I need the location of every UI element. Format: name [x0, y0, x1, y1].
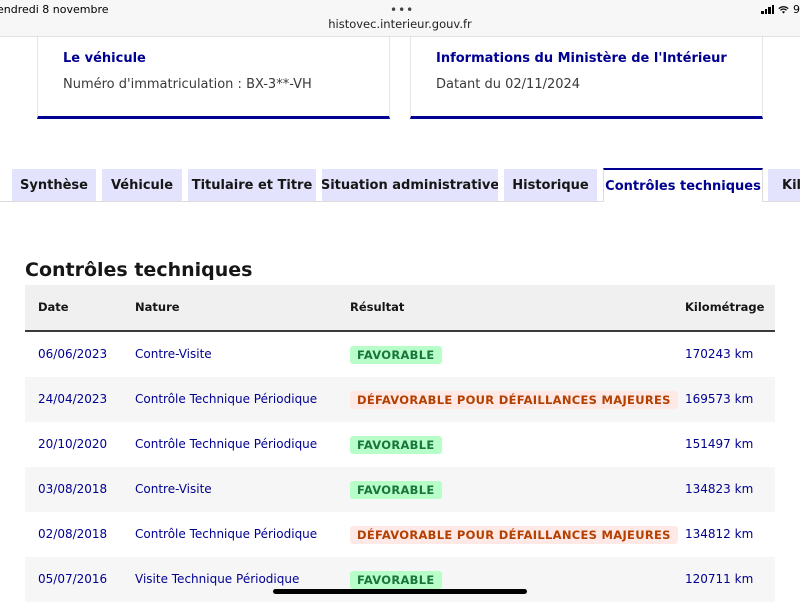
table-row: 06/06/2023 Contre-Visite FAVORABLE 17024…: [25, 332, 775, 377]
status-date: endredi 8 novembre: [0, 3, 109, 16]
inspection-nature: Contrôle Technique Périodique: [135, 437, 318, 451]
result-badge: FAVORABLE: [350, 480, 442, 499]
inspection-date: 24/04/2023: [38, 392, 108, 406]
inspection-mileage: 120711 km: [685, 572, 754, 586]
inspection-nature: Contrôle Technique Périodique: [135, 392, 318, 406]
vehicle-card: Le véhicule Numéro d'immatriculation : B…: [37, 37, 390, 119]
inspection-mileage: 134812 km: [685, 527, 754, 541]
result-badge: FAVORABLE: [350, 345, 442, 364]
table-row: 24/04/2023 Contrôle Technique Périodique…: [25, 377, 775, 422]
result-badge: FAVORABLE: [350, 570, 442, 589]
column-header-date: Date: [38, 300, 69, 314]
tab-bar: Synthèse Véhicule Titulaire et Titre Sit…: [0, 168, 800, 202]
tab-titulaire-et-titre[interactable]: Titulaire et Titre: [188, 169, 316, 201]
tab-situation-administrative[interactable]: Situation administrative: [322, 169, 498, 201]
registration-number: Numéro d'immatriculation : BX-3**-VH: [63, 77, 312, 92]
table-row: 03/08/2018 Contre-Visite FAVORABLE 13482…: [25, 467, 775, 512]
tab-historique[interactable]: Historique: [504, 169, 597, 201]
inspections-table: Date Nature Résultat Kilométrage 06/06/2…: [25, 285, 775, 602]
result-badge: DÉFAVORABLE POUR DÉFAILLANCES MAJEURES: [350, 390, 678, 409]
vehicle-card-title: Le véhicule: [63, 51, 146, 66]
inspection-nature: Contre-Visite: [135, 347, 212, 361]
inspection-mileage: 169573 km: [685, 392, 754, 406]
inspection-nature: Visite Technique Périodique: [135, 572, 300, 586]
result-badge: DÉFAVORABLE POUR DÉFAILLANCES MAJEURES: [350, 525, 678, 544]
address-bar[interactable]: histovec.interieur.gouv.fr: [0, 17, 800, 31]
signal-icon: [761, 5, 774, 14]
column-header-resultat: Résultat: [350, 300, 405, 314]
inspection-date: 05/07/2016: [38, 572, 108, 586]
tab-controles-techniques[interactable]: Contrôles techniques: [603, 168, 763, 202]
result-badge: FAVORABLE: [350, 435, 442, 454]
table-row: 20/10/2020 Contrôle Technique Périodique…: [25, 422, 775, 467]
tab-vehicule[interactable]: Véhicule: [102, 169, 182, 201]
column-header-kilometrage: Kilométrage: [685, 300, 765, 314]
table-row: 02/08/2018 Contrôle Technique Périodique…: [25, 512, 775, 557]
column-header-nature: Nature: [135, 300, 180, 314]
inspection-date: 03/08/2018: [38, 482, 108, 496]
wifi-icon: [778, 6, 789, 14]
data-date: Datant du 02/11/2024: [436, 77, 581, 92]
table-row: 05/07/2016 Visite Technique Périodique F…: [25, 557, 775, 602]
battery-level: 9: [793, 3, 800, 16]
more-options-icon[interactable]: •••: [390, 3, 414, 17]
tab-kilometrage[interactable]: Kilo: [768, 169, 800, 201]
inspection-date: 02/08/2018: [38, 527, 108, 541]
inspection-mileage: 134823 km: [685, 482, 754, 496]
inspection-date: 20/10/2020: [38, 437, 108, 451]
ministry-info-card: Informations du Ministère de l'Intérieur…: [410, 37, 763, 119]
home-indicator[interactable]: [273, 589, 527, 594]
tab-synthese[interactable]: Synthèse: [12, 169, 96, 201]
status-bar: endredi 8 novembre ••• histovec.interieu…: [0, 0, 800, 37]
status-icons: 9: [761, 3, 800, 16]
ministry-card-title: Informations du Ministère de l'Intérieur: [436, 51, 727, 66]
inspection-nature: Contre-Visite: [135, 482, 212, 496]
table-header: Date Nature Résultat Kilométrage: [25, 285, 775, 332]
inspection-date: 06/06/2023: [38, 347, 108, 361]
section-title: Contrôles techniques: [25, 259, 253, 281]
inspection-mileage: 170243 km: [685, 347, 754, 361]
inspection-nature: Contrôle Technique Périodique: [135, 527, 318, 541]
inspection-mileage: 151497 km: [685, 437, 754, 451]
